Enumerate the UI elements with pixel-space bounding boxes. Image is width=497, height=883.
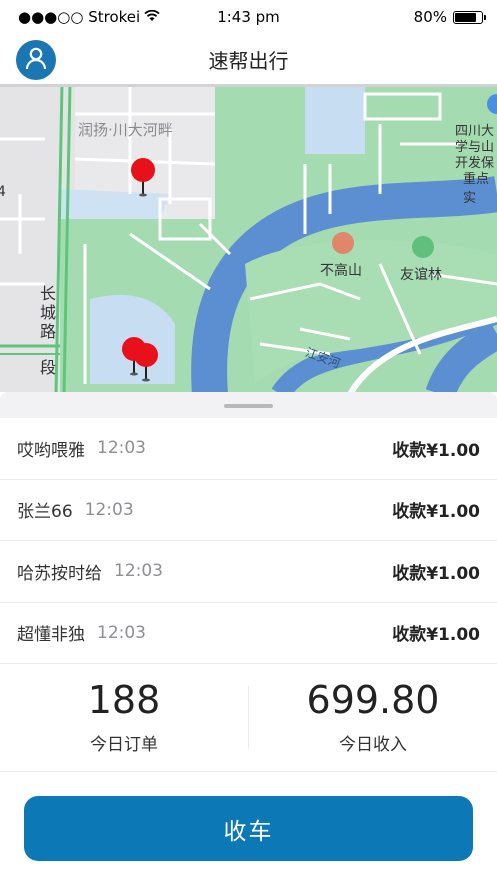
map-label-poi-2: 友谊林 (400, 267, 442, 283)
map-label-area: 润扬·川大河畔 (78, 121, 173, 139)
status-bar: ●●●○○ Strokei 1:43 pm 80% (0, 0, 497, 34)
order-name: 张兰66 (17, 502, 73, 523)
income-amount: 699.80 (306, 678, 440, 723)
orders-label: 今日订单 (90, 734, 158, 755)
order-amount: 收款¥1.00 (392, 625, 480, 646)
tree-icon (412, 236, 434, 258)
map-label-road-segment: 段 (40, 358, 57, 377)
orders-stat: 188 今日订单 (0, 664, 248, 771)
order-amount: 收款¥1.00 (392, 563, 480, 584)
map-label-uni-4: 重点实 (463, 172, 490, 206)
location-pin-icon[interactable] (130, 158, 156, 202)
battery-percent: 80% (413, 8, 447, 26)
order-amount: 收款¥1.00 (392, 440, 480, 461)
order-name: 哈苏按时给 (17, 563, 102, 584)
drag-handle[interactable] (224, 404, 273, 408)
page-title: 速帮出行 (208, 49, 289, 73)
sheet-handle-area[interactable] (0, 392, 497, 418)
map-label-road: 长城路 (40, 284, 57, 341)
order-time: 12:03 (84, 499, 134, 520)
location-pin-icon[interactable] (133, 343, 159, 387)
nav-bar: 速帮出行 (0, 34, 497, 84)
order-time: 12:03 (114, 561, 163, 582)
order-time: 12:03 (97, 438, 146, 459)
end-shift-button[interactable]: 收车 (24, 796, 473, 861)
orders-count: 188 (87, 678, 161, 723)
order-row[interactable]: 超懂非独 12:03 收款¥1.00 (0, 603, 497, 664)
bottom-sheet: 哎哟喂雅 12:03 收款¥1.00 张兰66 12:03 收款¥1.00 哈苏… (0, 392, 497, 883)
battery-fill (455, 12, 476, 22)
landmark-icon (332, 232, 354, 254)
order-list: 哎哟喂雅 12:03 收款¥1.00 张兰66 12:03 收款¥1.00 哈苏… (0, 418, 497, 664)
order-row[interactable]: 哈苏按时给 12:03 收款¥1.00 (0, 541, 497, 603)
order-row[interactable]: 哎哟喂雅 12:03 收款¥1.00 (0, 418, 497, 480)
order-time: 12:03 (97, 622, 146, 643)
daily-stats: 188 今日订单 699.80 今日收入 (0, 664, 497, 772)
income-stat: 699.80 今日收入 (249, 664, 497, 771)
order-name: 哎哟喂雅 (17, 440, 85, 461)
map-label-poi-1: 不高山 (320, 263, 362, 279)
map-label-edge-number: 4 (0, 184, 6, 200)
battery-icon (453, 10, 486, 24)
map-view[interactable]: 润扬·川大河畔 4 长城路 段 不高山 友谊林 江安河 四川大 学与山 开发保 … (0, 84, 497, 394)
income-label: 今日收入 (339, 734, 407, 755)
order-name: 超懂非独 (17, 625, 85, 646)
order-amount: 收款¥1.00 (392, 502, 480, 523)
order-row[interactable]: 张兰66 12:03 收款¥1.00 (0, 480, 497, 541)
